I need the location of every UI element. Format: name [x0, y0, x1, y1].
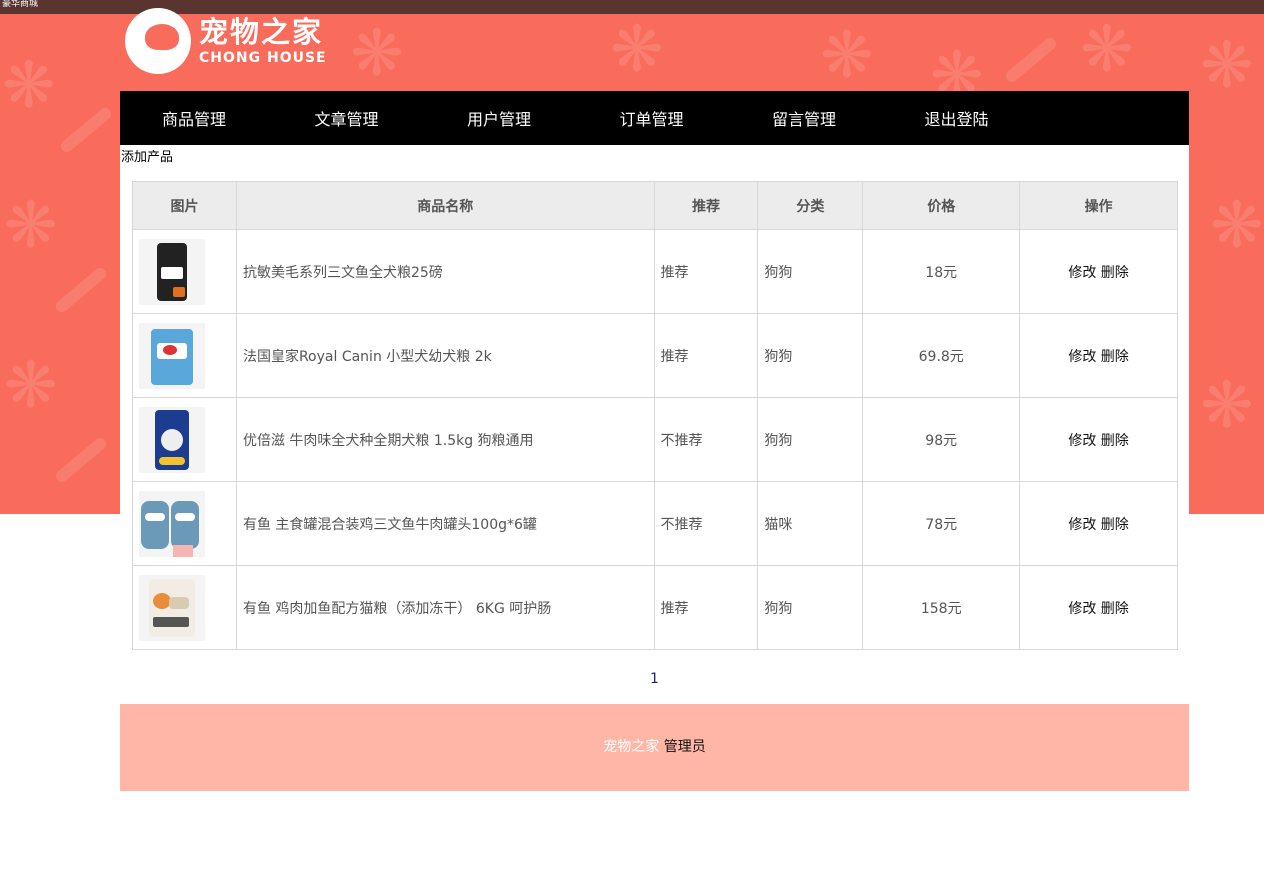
product-name: 法国皇家Royal Canin 小型犬幼犬粮 2k [235, 313, 655, 398]
nav-item-products[interactable]: 商品管理 [162, 106, 315, 130]
footer-role: 管理员 [663, 739, 706, 755]
delete-link[interactable]: 删除 [1101, 265, 1129, 281]
product-image[interactable] [139, 322, 205, 389]
product-image[interactable] [139, 574, 205, 641]
product-name: 抗敏美毛系列三文鱼全犬粮25磅 [235, 229, 655, 314]
col-header-actions: 操作 [1019, 181, 1178, 230]
bone-icon [58, 105, 114, 155]
table-row: 有鱼 鸡肉加鱼配方猫粮（添加冻干） 6KG 呵护肠 推荐 狗狗 158元 修改 … [132, 565, 1178, 650]
product-name: 有鱼 主食罐混合装鸡三文鱼牛肉罐头100g*6罐 [235, 481, 655, 566]
logo-title: 宠物之家 [199, 15, 324, 49]
delete-link[interactable]: 删除 [1101, 433, 1129, 449]
paw-icon: ❋ [1200, 29, 1254, 103]
product-price: 98元 [862, 397, 1021, 482]
nav-item-messages[interactable]: 留言管理 [772, 106, 925, 130]
product-price: 69.8元 [862, 313, 1021, 398]
product-image[interactable] [139, 238, 205, 305]
delete-link[interactable]: 删除 [1101, 601, 1129, 617]
edit-link[interactable]: 修改 [1068, 517, 1096, 533]
product-name: 优倍滋 牛肉味全犬种全期犬粮 1.5kg 狗粮通用 [235, 397, 655, 482]
product-category: 狗狗 [757, 313, 864, 398]
product-recommend: 推荐 [653, 229, 759, 314]
main-container: 商品管理 文章管理 用户管理 订单管理 留言管理 退出登陆 添加产品 图片 商品… [120, 91, 1189, 791]
nav-item-users[interactable]: 用户管理 [467, 106, 620, 130]
paw-icon: ❋ [820, 19, 874, 93]
edit-link[interactable]: 修改 [1068, 265, 1096, 281]
pagination: 1 [120, 671, 1189, 687]
window-title: 豪华商城 [2, 0, 39, 9]
logo-subtitle: CHONG HOUSE [199, 50, 327, 66]
table-row: 有鱼 主食罐混合装鸡三文鱼牛肉罐头100g*6罐 不推荐 猫咪 78元 修改 删… [132, 481, 1178, 566]
col-header-price: 价格 [862, 181, 1021, 230]
paw-icon: ❋ [350, 17, 404, 91]
paw-icon: ❋ [4, 189, 58, 263]
product-recommend: 不推荐 [653, 481, 759, 566]
table-row: 法国皇家Royal Canin 小型犬幼犬粮 2k 推荐 狗狗 69.8元 修改… [132, 313, 1178, 398]
nav-item-logout[interactable]: 退出登陆 [925, 106, 1078, 130]
edit-link[interactable]: 修改 [1068, 349, 1096, 365]
add-product-link[interactable]: 添加产品 [120, 145, 1189, 169]
table-row: 抗敏美毛系列三文鱼全犬粮25磅 推荐 狗狗 18元 修改 删除 [132, 229, 1178, 314]
main-nav: 商品管理 文章管理 用户管理 订单管理 留言管理 退出登陆 [120, 91, 1189, 145]
logo-dog-icon [125, 8, 191, 74]
product-recommend: 推荐 [653, 313, 759, 398]
delete-link[interactable]: 删除 [1101, 517, 1129, 533]
product-image[interactable] [139, 490, 205, 557]
bone-icon [53, 265, 109, 315]
bone-icon [1003, 35, 1059, 85]
product-image[interactable] [139, 406, 205, 473]
col-header-name: 商品名称 [235, 181, 655, 230]
bone-icon [53, 435, 109, 485]
col-header-recommend: 推荐 [653, 181, 759, 230]
product-category: 狗狗 [757, 565, 864, 650]
col-header-category: 分类 [757, 181, 864, 230]
nav-item-orders[interactable]: 订单管理 [620, 106, 773, 130]
product-category: 猫咪 [757, 481, 864, 566]
delete-link[interactable]: 删除 [1101, 349, 1129, 365]
footer: 宠物之家 管理员 [120, 704, 1189, 791]
site-logo[interactable]: 宠物之家 CHONG HOUSE [125, 6, 327, 76]
product-recommend: 推荐 [653, 565, 759, 650]
product-name: 有鱼 鸡肉加鱼配方猫粮（添加冻干） 6KG 呵护肠 [235, 565, 655, 650]
nav-item-articles[interactable]: 文章管理 [315, 106, 468, 130]
footer-site-name: 宠物之家 [603, 739, 660, 755]
paw-icon: ❋ [1210, 189, 1264, 263]
paw-icon: ❋ [1080, 14, 1134, 87]
col-header-image: 图片 [132, 181, 237, 230]
page-link-current[interactable]: 1 [650, 671, 659, 687]
edit-link[interactable]: 修改 [1068, 433, 1096, 449]
paw-icon: ❋ [1200, 369, 1254, 443]
table-header-row: 图片 商品名称 推荐 分类 价格 操作 [132, 181, 1178, 230]
product-table: 图片 商品名称 推荐 分类 价格 操作 抗敏美毛系列三文鱼全犬粮25磅 推荐 狗… [132, 181, 1178, 650]
edit-link[interactable]: 修改 [1068, 601, 1096, 617]
product-price: 78元 [862, 481, 1021, 566]
product-price: 18元 [862, 229, 1021, 314]
product-price: 158元 [862, 565, 1021, 650]
product-category: 狗狗 [757, 229, 864, 314]
paw-icon: ❋ [4, 349, 58, 423]
paw-icon: ❋ [2, 49, 56, 123]
table-row: 优倍滋 牛肉味全犬种全期犬粮 1.5kg 狗粮通用 不推荐 狗狗 98元 修改 … [132, 397, 1178, 482]
product-category: 狗狗 [757, 397, 864, 482]
paw-icon: ❋ [610, 14, 664, 87]
product-recommend: 不推荐 [653, 397, 759, 482]
